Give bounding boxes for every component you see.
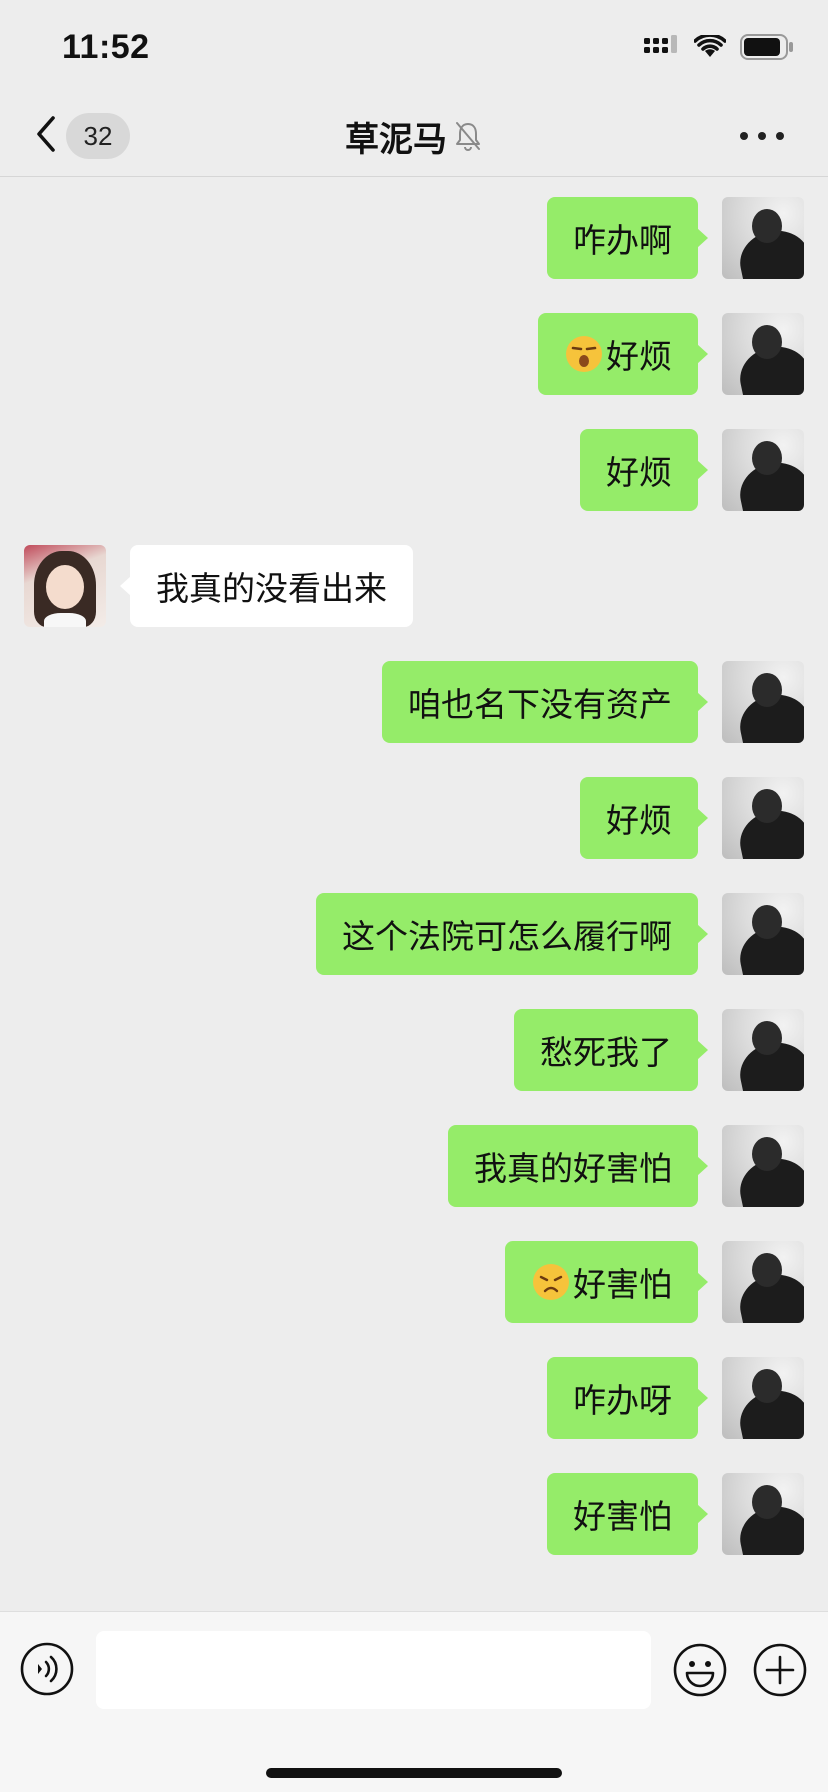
message-row-sent: 咋办啊 xyxy=(0,197,828,279)
avatar-self[interactable] xyxy=(722,1125,804,1207)
message-text: 我真的没看出来 xyxy=(156,569,387,608)
message-bubble[interactable]: 咋办啊 xyxy=(547,197,708,279)
message-bubble[interactable]: 愁死我了 xyxy=(514,1009,708,1091)
avatar-self[interactable] xyxy=(722,893,804,975)
avatar-self[interactable] xyxy=(722,429,804,511)
more-dots-icon[interactable] xyxy=(740,118,784,154)
nav-title-group: 草泥马 xyxy=(0,108,828,164)
status-icons xyxy=(644,34,794,60)
battery-icon xyxy=(740,34,794,60)
signal-icon xyxy=(644,35,680,59)
message-row-sent: 愁死我了 xyxy=(0,1009,828,1091)
more-dot xyxy=(776,132,784,140)
avatar-self[interactable] xyxy=(722,1241,804,1323)
message-row-sent: 这个法院可怎么履行啊 xyxy=(0,893,828,975)
message-row-sent: 好烦 xyxy=(0,777,828,859)
more-dot xyxy=(740,132,748,140)
message-row-sent: 好烦 xyxy=(0,429,828,511)
avatar-contact[interactable] xyxy=(24,545,106,627)
page-title: 草泥马 xyxy=(345,119,447,160)
voice-input-icon[interactable] xyxy=(20,1642,74,1696)
message-bubble[interactable]: 这个法院可怎么履行啊 xyxy=(316,893,708,975)
message-bubble[interactable]: 好烦 xyxy=(580,777,708,859)
message-text: 愁死我了 xyxy=(540,1033,672,1072)
chat-screen: 11:52 32 草泥马 咋办啊 好烦 好烦 我真的没看出来 咱也名下没有资产 … xyxy=(0,0,828,1792)
message-text: 好烦 xyxy=(606,337,672,376)
message-row-sent: 好害怕 xyxy=(0,1241,828,1323)
plus-circle-icon[interactable] xyxy=(752,1642,808,1698)
message-text: 好害怕 xyxy=(573,1265,672,1304)
input-bar xyxy=(0,1611,828,1792)
message-row-sent: 咱也名下没有资产 xyxy=(0,661,828,743)
message-bubble[interactable]: 我真的没看出来 xyxy=(120,545,413,627)
bell-muted-icon xyxy=(453,120,483,152)
avatar-self[interactable] xyxy=(722,1357,804,1439)
message-bubble[interactable]: 好烦 xyxy=(580,429,708,511)
message-text: 咋办呀 xyxy=(573,1381,672,1420)
unamused-face-icon xyxy=(564,334,604,374)
message-row-sent: 我真的好害怕 xyxy=(0,1125,828,1207)
wifi-icon xyxy=(694,35,726,59)
message-text: 好烦 xyxy=(606,801,672,840)
avatar-self[interactable] xyxy=(722,777,804,859)
status-bar: 11:52 xyxy=(0,0,828,96)
smiley-icon[interactable] xyxy=(672,1642,728,1698)
avatar-self[interactable] xyxy=(722,313,804,395)
message-bubble[interactable]: 我真的好害怕 xyxy=(448,1125,708,1207)
message-text: 咱也名下没有资产 xyxy=(408,685,672,724)
more-dot xyxy=(758,132,766,140)
message-bubble[interactable]: 好烦 xyxy=(538,313,708,395)
message-row-sent: 咋办呀 xyxy=(0,1357,828,1439)
message-input[interactable] xyxy=(96,1631,651,1709)
message-bubble[interactable]: 咋办呀 xyxy=(547,1357,708,1439)
message-text: 我真的好害怕 xyxy=(474,1149,672,1188)
message-text: 好烦 xyxy=(606,453,672,492)
status-time: 11:52 xyxy=(62,28,150,66)
avatar-self[interactable] xyxy=(722,1473,804,1555)
message-text: 好害怕 xyxy=(573,1497,672,1536)
avatar-self[interactable] xyxy=(722,1009,804,1091)
avatar-self[interactable] xyxy=(722,661,804,743)
nav-bar: 32 草泥马 xyxy=(0,96,828,177)
message-row-sent: 好烦 xyxy=(0,313,828,395)
message-row-received: 我真的没看出来 xyxy=(0,545,828,627)
message-bubble[interactable]: 好害怕 xyxy=(505,1241,708,1323)
message-row-sent: 好害怕 xyxy=(0,1473,828,1555)
message-bubble[interactable]: 咱也名下没有资产 xyxy=(382,661,708,743)
worried-face-icon xyxy=(531,1262,571,1302)
home-indicator xyxy=(266,1768,562,1778)
message-text: 这个法院可怎么履行啊 xyxy=(342,917,672,956)
avatar-self[interactable] xyxy=(722,197,804,279)
message-list: 咋办啊 好烦 好烦 我真的没看出来 咱也名下没有资产 好烦 这个法院可怎么履行啊 愁死我了 我真… xyxy=(0,177,828,1611)
message-text: 咋办啊 xyxy=(573,221,672,260)
message-bubble[interactable]: 好害怕 xyxy=(547,1473,708,1555)
